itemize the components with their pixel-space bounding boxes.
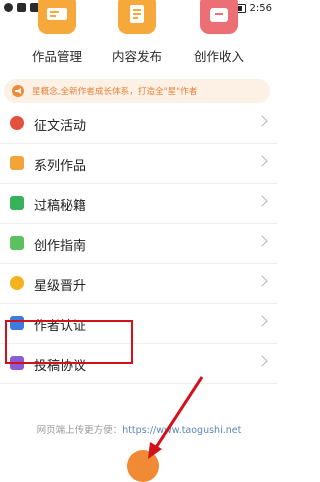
annotation-arrow xyxy=(148,376,204,459)
